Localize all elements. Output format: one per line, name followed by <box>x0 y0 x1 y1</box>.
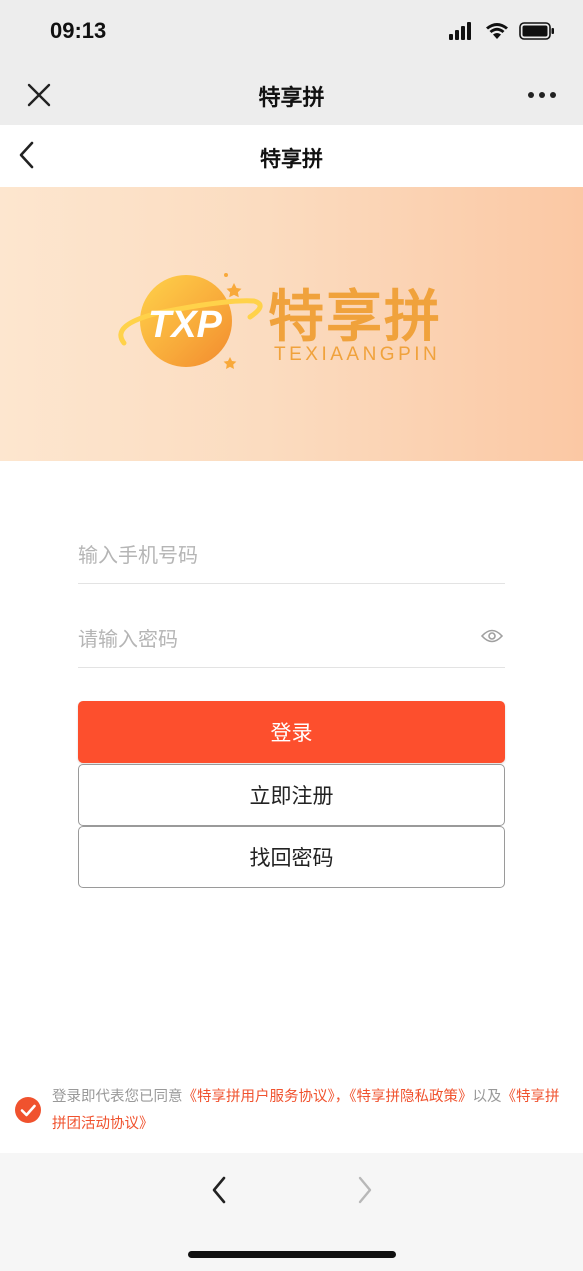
agree-checkbox-icon[interactable] <box>14 1096 42 1124</box>
password-field <box>78 610 505 668</box>
login-button[interactable]: 登录 <box>78 701 505 763</box>
home-indicator <box>188 1251 396 1258</box>
agreement-middle: 以及 <box>472 1089 502 1105</box>
phone-field <box>78 526 505 584</box>
register-button[interactable]: 立即注册 <box>78 764 505 826</box>
password-input[interactable] <box>78 610 505 667</box>
page-title: 特享拼 <box>260 147 323 171</box>
recover-password-button[interactable]: 找回密码 <box>78 826 505 888</box>
status-icons <box>449 22 555 40</box>
more-icon[interactable] <box>527 82 557 108</box>
brand-name-en: TEXIAANGPIN <box>274 344 441 365</box>
agreement-text: 登录即代表您已同意《特享拼用户服务协议》，《特享拼隐私政策》以及《特享拼拼团活动… <box>52 1084 572 1138</box>
eye-icon[interactable] <box>481 628 503 644</box>
status-time: 09:13 <box>50 18 107 43</box>
wifi-icon <box>486 23 508 39</box>
bottom-nav-bar <box>0 1153 583 1271</box>
logo-text: TXP <box>148 304 223 346</box>
battery-icon <box>519 22 554 40</box>
nav-forward-icon[interactable] <box>350 1175 378 1205</box>
page-header: 特享拼 <box>0 125 583 187</box>
nav-back-icon[interactable] <box>206 1175 234 1205</box>
privacy-policy-link[interactable]: 《特享拼隐私政策》 <box>349 1089 472 1105</box>
agreement-prefix: 登录即代表您已同意 <box>52 1089 183 1105</box>
wechat-nav-bar: 特享拼 <box>0 64 583 125</box>
phone-input[interactable] <box>78 526 505 583</box>
brand-name-cn: 特享拼 <box>268 285 442 350</box>
wechat-title: 特享拼 <box>258 86 325 111</box>
status-bar: 09:13 <box>0 0 583 64</box>
user-service-agreement-link[interactable]: 《特享拼用户服务协议》， <box>183 1089 350 1105</box>
planet-logo-icon: TXP <box>118 273 263 369</box>
cellular-signal-icon <box>449 22 471 40</box>
